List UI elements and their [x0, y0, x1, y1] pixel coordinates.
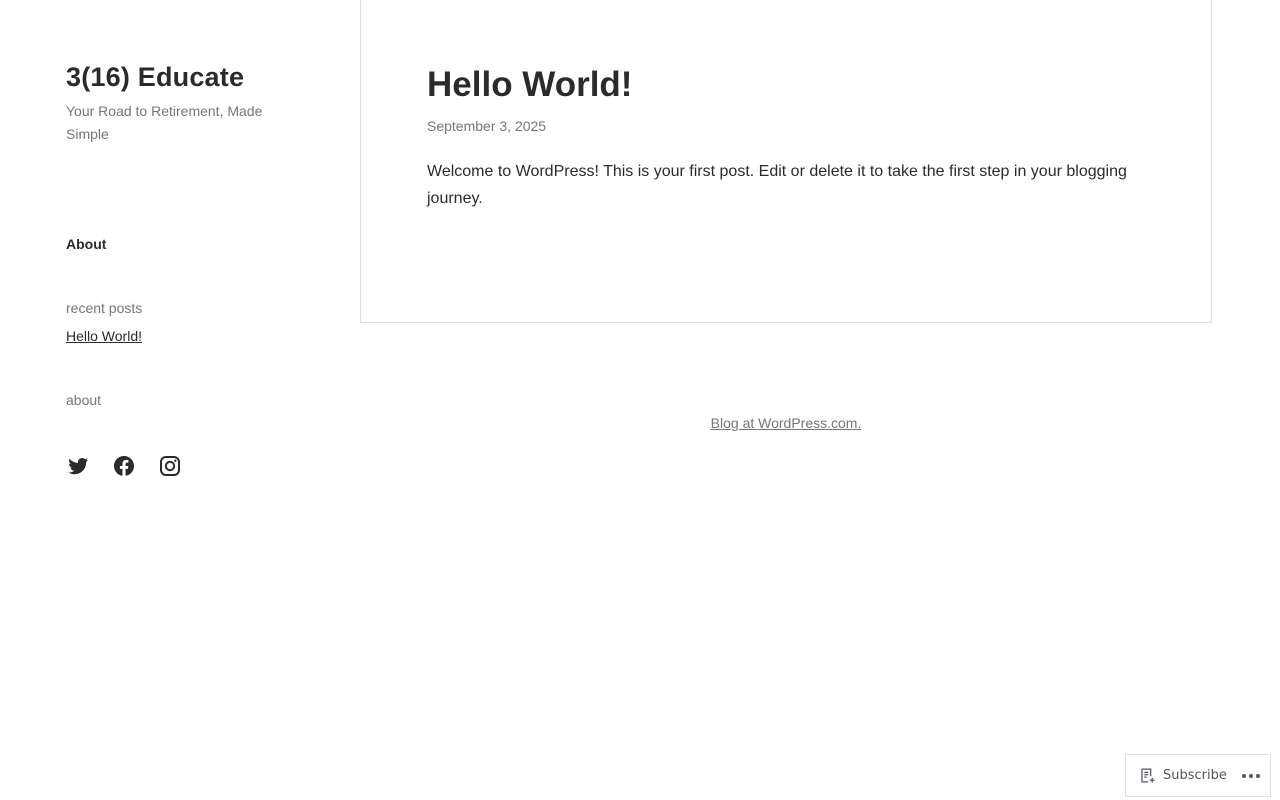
nav-item-about[interactable]: About: [66, 236, 106, 252]
reader-icon: [1141, 768, 1155, 783]
action-bar: Subscribe: [1125, 754, 1271, 797]
instagram-link[interactable]: [158, 454, 182, 478]
about-heading: about: [66, 392, 102, 408]
recent-posts-heading: recent posts: [66, 300, 143, 316]
facebook-icon: [114, 456, 134, 476]
social-links: [66, 454, 182, 478]
more-options-button[interactable]: [1242, 768, 1260, 784]
instagram-icon: [160, 456, 180, 476]
site-footer: Blog at WordPress.com.: [360, 415, 1212, 431]
post-body: Welcome to WordPress! This is your first…: [427, 163, 1127, 207]
ellipsis-icon: [1242, 773, 1246, 778]
site-tagline: Your Road to Retirement, Made Simple: [66, 103, 263, 142]
post-date[interactable]: September 3, 2025: [427, 118, 546, 134]
twitter-link[interactable]: [66, 454, 90, 478]
site-title[interactable]: 3(16) Educate: [66, 62, 244, 93]
ellipsis-icon: [1249, 773, 1253, 778]
post-title[interactable]: Hello World!: [427, 65, 632, 105]
ellipsis-icon: [1256, 773, 1260, 778]
subscribe-button[interactable]: Subscribe: [1126, 755, 1227, 796]
subscribe-label: Subscribe: [1163, 768, 1227, 783]
recent-post-link[interactable]: Hello World!: [66, 328, 142, 344]
post-card: Hello World! September 3, 2025 Welcome t…: [360, 0, 1212, 323]
twitter-icon: [68, 457, 89, 475]
facebook-link[interactable]: [112, 454, 136, 478]
footer-credit-link[interactable]: Blog at WordPress.com.: [711, 415, 862, 431]
